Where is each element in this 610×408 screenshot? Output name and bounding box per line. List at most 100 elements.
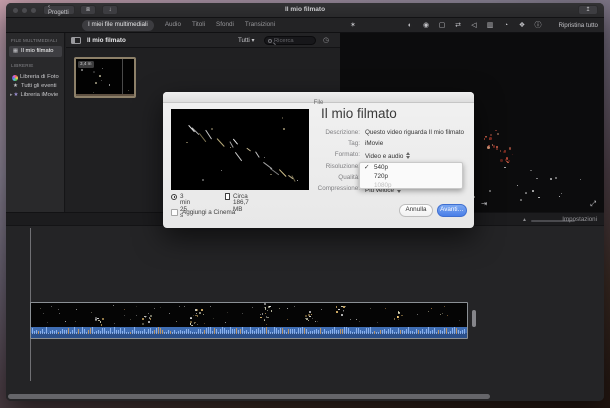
import-media-button[interactable]: ⧈: [80, 5, 96, 15]
speck: [312, 318, 313, 319]
settings-button[interactable]: Impostazioni: [562, 217, 597, 223]
speck: [447, 315, 448, 316]
waveform-tick: [132, 330, 133, 334]
waveform-tick: [174, 330, 175, 334]
waveform-tick: [40, 331, 41, 334]
speck: [267, 310, 268, 311]
waveform-tick: [160, 328, 161, 334]
speck: [136, 306, 137, 307]
waveform-tick: [364, 331, 365, 334]
next-button[interactable]: Avanti…: [437, 204, 467, 217]
crop-icon[interactable]: ▢: [434, 22, 450, 29]
media-tabs: I miei file multimediali Audio Titoli Sf…: [82, 18, 275, 33]
speck: [47, 322, 48, 323]
waveform-tick: [412, 331, 413, 334]
effects-icon[interactable]: ❖: [514, 22, 530, 29]
waveform-tick: [350, 331, 351, 334]
menu-option-540p[interactable]: ✓ 540p: [360, 163, 462, 172]
menu-option-720p[interactable]: 720p: [360, 172, 462, 181]
format-popup[interactable]: Video e audio: [365, 152, 411, 160]
waveform-tick: [456, 328, 457, 334]
tab-transitions[interactable]: Transizioni: [245, 22, 275, 28]
clock-filter-icon[interactable]: ◷: [323, 37, 329, 44]
volume-icon[interactable]: ◁: [466, 22, 482, 29]
waveform-tick: [370, 327, 371, 334]
theater-checkbox[interactable]: [171, 209, 178, 216]
skip-to-end-icon[interactable]: ⇥: [481, 200, 487, 208]
speck: [148, 321, 150, 323]
color-balance-icon[interactable]: ◐: [402, 22, 418, 29]
speck: [356, 319, 357, 320]
waveform-tick: [190, 331, 191, 334]
share-button[interactable]: ↥: [578, 5, 598, 15]
noise-reduction-icon[interactable]: ▥: [482, 22, 498, 29]
menu-option-label: 720p: [374, 173, 388, 180]
waveform-tick: [414, 332, 415, 334]
clip-info-icon[interactable]: ⓘ: [530, 22, 546, 29]
speck: [128, 90, 129, 91]
projects-button[interactable]: ‹ Progetti: [43, 5, 75, 15]
fullscreen-icon[interactable]: ⤢: [590, 200, 596, 208]
import-button[interactable]: ↓: [102, 5, 118, 15]
waveform-tick: [150, 328, 151, 334]
sidebar-item-project[interactable]: ▦ Il mio filmato: [9, 46, 62, 57]
waveform-tick: [440, 330, 441, 334]
waveform-tick: [342, 329, 343, 334]
waveform-tick: [98, 330, 99, 334]
waveform-tick: [50, 331, 51, 334]
waveform-tick: [460, 331, 461, 334]
cancel-button[interactable]: Annulla: [399, 204, 433, 217]
waveform-tick: [170, 331, 171, 334]
waveform-tick: [346, 327, 347, 334]
speck: [150, 318, 151, 319]
speck: [124, 315, 125, 316]
sidebar-toggle-icon[interactable]: [71, 37, 81, 44]
waveform-tick: [396, 332, 397, 334]
waveform-tick: [134, 327, 135, 334]
speed-icon[interactable]: ◔: [498, 22, 514, 29]
speck: [401, 315, 403, 317]
search-field[interactable]: [264, 36, 316, 45]
color-correction-icon[interactable]: ◉: [418, 22, 434, 29]
waveform-tick: [176, 332, 177, 334]
speck: [202, 179, 204, 181]
waveform-tick: [192, 332, 193, 334]
sidebar-item-imovie-library[interactable]: ▸ ★ Libreria iMovie: [9, 90, 62, 101]
waveform-tick: [386, 331, 387, 334]
waveform-tick: [114, 327, 115, 334]
waveform-tick: [92, 327, 93, 334]
waveform-tick: [274, 327, 275, 334]
tab-backgrounds[interactable]: Sfondi: [216, 22, 234, 28]
tab-titles[interactable]: Titoli: [192, 22, 205, 28]
speck: [282, 117, 283, 118]
speck: [500, 159, 503, 162]
filter-dropdown[interactable]: Tutti ▾: [238, 38, 255, 44]
waveform-tick: [340, 329, 341, 334]
waveform-tick: [332, 329, 333, 334]
waveform-tick: [100, 331, 101, 334]
waveform-tick: [366, 328, 367, 334]
streak: [199, 133, 207, 142]
search-input[interactable]: [274, 38, 310, 44]
waveform-tick: [270, 332, 271, 334]
speck: [496, 148, 498, 150]
horizontal-scrollbar[interactable]: [8, 394, 490, 399]
clip-thumbnail[interactable]: 3,4 m: [74, 57, 136, 98]
waveform-tick: [444, 328, 445, 334]
reset-all-button[interactable]: Ripristina tutto: [558, 23, 598, 29]
waveform-tick: [424, 332, 425, 334]
clip-trim-handle[interactable]: [472, 310, 476, 327]
speck: [201, 309, 203, 311]
waveform-tick: [416, 329, 417, 334]
timeline-clip[interactable]: [30, 302, 468, 339]
waveform-tick: [326, 331, 327, 334]
tab-audio[interactable]: Audio: [165, 22, 181, 28]
waveform-tick: [278, 330, 279, 334]
waveform-tick: [392, 330, 393, 334]
tab-my-media[interactable]: I miei file multimediali: [82, 20, 154, 30]
enhance-wand-icon[interactable]: ✶: [350, 22, 356, 29]
waveform-tick: [240, 329, 241, 334]
stabilization-icon[interactable]: ⇄: [450, 22, 466, 29]
waveform-tick: [220, 329, 221, 334]
speck: [101, 324, 102, 325]
